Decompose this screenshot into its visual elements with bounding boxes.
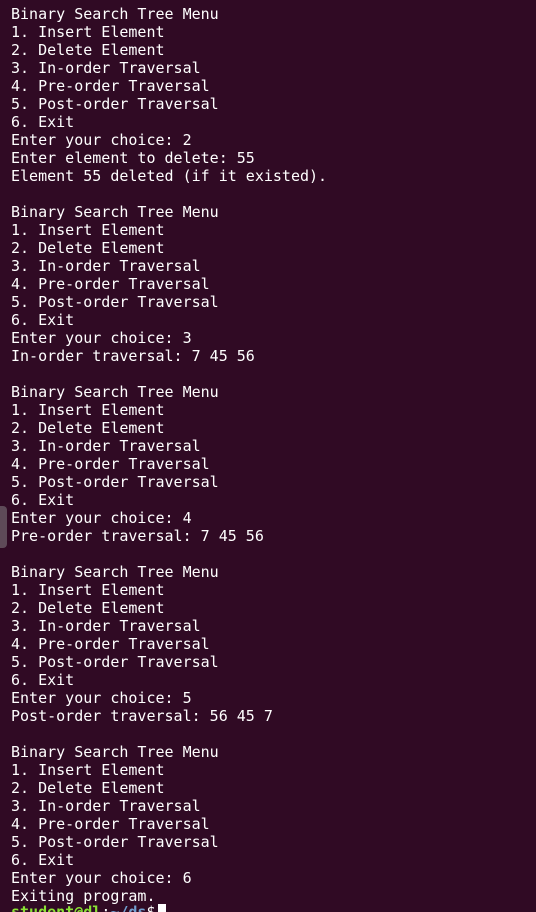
terminal-line: 3. In-order Traversal xyxy=(11,437,201,455)
terminal-line: 4. Pre-order Traversal xyxy=(11,815,210,833)
terminal-line: 2. Delete Element xyxy=(11,599,165,617)
terminal-line: 4. Pre-order Traversal xyxy=(11,635,210,653)
terminal-line: 5. Post-order Traversal xyxy=(11,293,219,311)
terminal-line: 3. In-order Traversal xyxy=(11,797,201,815)
text-cursor xyxy=(157,904,166,912)
terminal-line: 3. In-order Traversal xyxy=(11,59,201,77)
terminal-line: 2. Delete Element xyxy=(11,419,165,437)
terminal-line: Binary Search Tree Menu xyxy=(11,5,219,23)
scrollbar-handle[interactable] xyxy=(0,506,7,548)
prompt-separator: : xyxy=(101,903,111,912)
terminal-line: 1. Insert Element xyxy=(11,581,165,599)
terminal-line: 5. Post-order Traversal xyxy=(11,95,219,113)
terminal-line: 3. In-order Traversal xyxy=(11,257,201,275)
terminal-line: 4. Pre-order Traversal xyxy=(11,77,210,95)
terminal-line: 5. Post-order Traversal xyxy=(11,473,219,491)
terminal-line: Enter your choice: 2 xyxy=(11,131,192,149)
terminal-line: 1. Insert Element xyxy=(11,221,165,239)
terminal-window[interactable]: Binary Search Tree Menu 1. Insert Element… xyxy=(0,0,536,912)
terminal-line: Enter your choice: 5 xyxy=(11,689,192,707)
shell-prompt[interactable]: student@dl : ~/ds $ xyxy=(11,903,166,912)
terminal-line: Element 55 deleted (if it existed). xyxy=(11,167,328,185)
terminal-line: 2. Delete Element xyxy=(11,239,165,257)
terminal-line: 5. Post-order Traversal xyxy=(11,833,219,851)
terminal-line: 6. Exit xyxy=(11,851,75,869)
terminal-line: Enter your choice: 4 xyxy=(11,509,192,527)
terminal-line: 2. Delete Element xyxy=(11,779,165,797)
terminal-line: In-order traversal: 7 45 56 xyxy=(11,347,255,365)
terminal-line: Enter your choice: 3 xyxy=(11,329,192,347)
prompt-path: ~/ds xyxy=(110,903,147,912)
terminal-line: Enter your choice: 6 xyxy=(11,869,192,887)
terminal-line: 6. Exit xyxy=(11,491,75,509)
terminal-output: Binary Search Tree Menu 1. Insert Element… xyxy=(11,5,536,905)
terminal-line: 2. Delete Element xyxy=(11,41,165,59)
terminal-line: Binary Search Tree Menu xyxy=(11,563,219,581)
terminal-line: 6. Exit xyxy=(11,671,75,689)
terminal-line: 4. Pre-order Traversal xyxy=(11,275,210,293)
terminal-line: 6. Exit xyxy=(11,113,75,131)
terminal-line: 3. In-order Traversal xyxy=(11,617,201,635)
terminal-line: Enter element to delete: 55 xyxy=(11,149,255,167)
terminal-line: 1. Insert Element xyxy=(11,23,165,41)
terminal-line: Binary Search Tree Menu xyxy=(11,203,219,221)
prompt-user-host: student@dl xyxy=(11,903,102,912)
terminal-line: Binary Search Tree Menu xyxy=(11,383,219,401)
prompt-symbol: $ xyxy=(146,903,156,912)
terminal-line: Post-order traversal: 56 45 7 xyxy=(11,707,273,725)
terminal-line: Binary Search Tree Menu xyxy=(11,743,219,761)
terminal-line: 5. Post-order Traversal xyxy=(11,653,219,671)
terminal-line: 6. Exit xyxy=(11,311,75,329)
terminal-line: Pre-order traversal: 7 45 56 xyxy=(11,527,264,545)
terminal-line: 1. Insert Element xyxy=(11,401,165,419)
terminal-line: 4. Pre-order Traversal xyxy=(11,455,210,473)
terminal-line: 1. Insert Element xyxy=(11,761,165,779)
